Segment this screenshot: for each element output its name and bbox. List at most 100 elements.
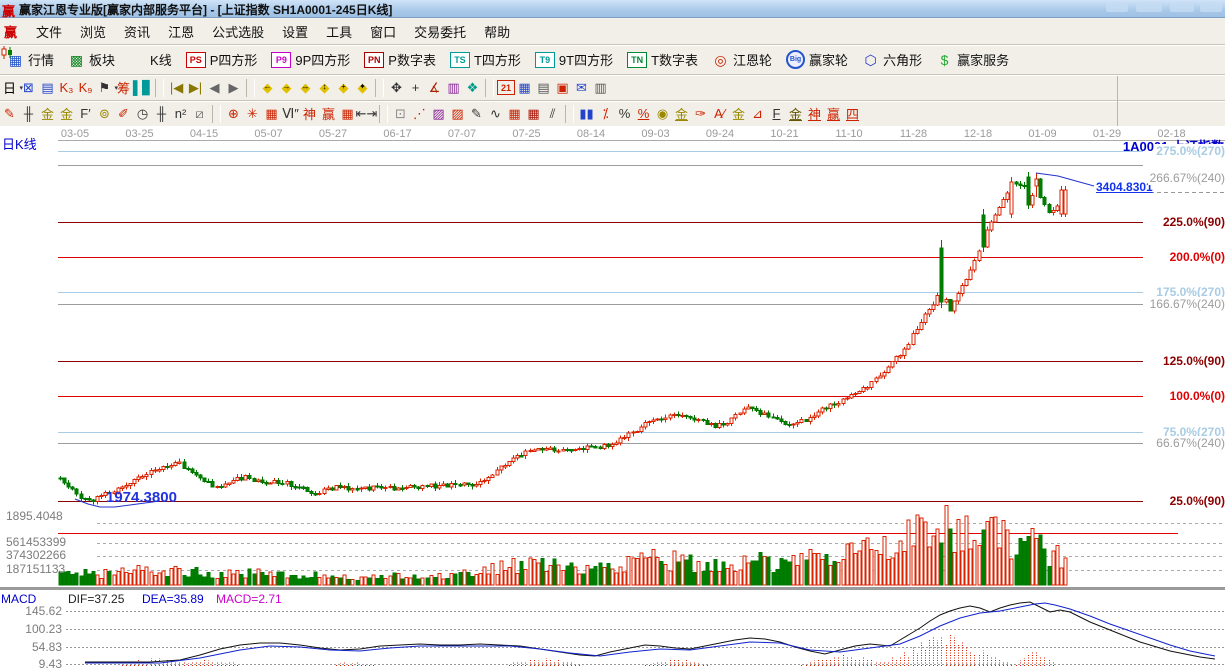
t-square-button[interactable]: TS T四方形	[443, 48, 528, 71]
trend-pen-icon[interactable]: ✎	[467, 104, 486, 124]
print-icon[interactable]: ▥	[591, 78, 610, 98]
grid-123-icon[interactable]: ▦	[338, 104, 357, 124]
red-grid-3-icon[interactable]: ▦	[524, 104, 543, 124]
gold-angle-icon[interactable]: 金	[786, 104, 805, 124]
a-slash-icon[interactable]: A∕	[710, 104, 729, 124]
kline-3-icon[interactable]: K₃	[57, 78, 76, 98]
angle-measure-icon[interactable]: ∡	[425, 78, 444, 98]
gann-diamond-v-icon[interactable]: ◆ ↕	[315, 78, 334, 98]
save-icon[interactable]: ▣	[553, 78, 572, 98]
angle-line-icon[interactable]: ⊿	[748, 104, 767, 124]
gann-wheel-button[interactable]: ◎ 江恩轮	[705, 48, 779, 71]
gold-circle-icon[interactable]: ◉	[653, 104, 672, 124]
calendar-icon[interactable]: 21	[497, 80, 515, 95]
gann-square-grid-icon[interactable]: ▦	[262, 104, 281, 124]
shen-tool-icon[interactable]: 神	[300, 104, 319, 124]
menu-item-news[interactable]: 资讯	[115, 20, 159, 43]
pencil-2-icon[interactable]: ✐	[114, 104, 133, 124]
time-cycle-icon[interactable]: ◷	[133, 104, 152, 124]
9t-square-button[interactable]: T9 9T四方形	[528, 48, 620, 71]
titlebar-blurred-control[interactable]	[1200, 3, 1222, 12]
f-angle-icon[interactable]: F	[767, 104, 786, 124]
mirror-fan-icon[interactable]: ⧄	[190, 104, 209, 124]
next-bar-icon[interactable]: ▶	[224, 78, 243, 98]
percent-slash-icon[interactable]: ⁒	[596, 104, 615, 124]
n-square-icon[interactable]: n²	[171, 104, 190, 124]
ying-tool-icon[interactable]: 赢	[319, 104, 338, 124]
menu-item-window[interactable]: 窗口	[361, 20, 405, 43]
width-measure-icon[interactable]: ⇤⇥	[356, 104, 378, 124]
brush-red-icon[interactable]: ✑	[691, 104, 710, 124]
quotes-button[interactable]: ▦ 行情	[0, 48, 61, 71]
titlebar-blurred-control[interactable]	[1106, 3, 1128, 12]
gann-star-icon[interactable]: ✳	[243, 104, 262, 124]
menu-item-gann[interactable]: 江恩	[159, 20, 203, 43]
menu-item-browse[interactable]: 浏览	[71, 20, 115, 43]
gold-square-2-icon[interactable]: 金	[57, 104, 76, 124]
percent-icon[interactable]: %	[615, 104, 634, 124]
gann-diamond-expand-icon[interactable]: ◆ ✦	[353, 78, 372, 98]
gann-circle-icon[interactable]: ⊕	[224, 104, 243, 124]
menu-item-help[interactable]: 帮助	[475, 20, 519, 43]
winner-wheel-button[interactable]: Big 赢家轮	[779, 48, 855, 71]
notebook-icon[interactable]: ▤	[534, 78, 553, 98]
blue-histogram-icon[interactable]: ▮▮	[577, 104, 596, 124]
flag-dropdown-icon[interactable]: ⚑ ▾	[95, 78, 118, 98]
gann-fence-icon[interactable]: ╫	[19, 104, 38, 124]
spiral-icon[interactable]: ⊚	[95, 104, 114, 124]
info-list-icon[interactable]: ▤	[38, 78, 57, 98]
menu-item-file[interactable]: 文件	[27, 20, 71, 43]
kline-9-icon[interactable]: K₉	[76, 78, 95, 98]
fence-2-icon[interactable]: ╫	[152, 104, 171, 124]
menu-item-trade-entrust[interactable]: 交易委托	[405, 20, 475, 43]
percent-line-icon[interactable]: %	[634, 104, 653, 124]
window-overlay-icon[interactable]: ⊠	[19, 78, 38, 98]
menu-item-settings[interactable]: 设置	[273, 20, 317, 43]
winner-service-button[interactable]: $ 赢家服务	[929, 48, 1016, 71]
kline-button[interactable]: K线	[1, 46, 179, 71]
parallel-lines-icon[interactable]: ⫽	[543, 104, 562, 124]
gold-line-icon[interactable]: 金	[672, 104, 691, 124]
shen-angle-icon[interactable]: 神	[805, 104, 824, 124]
drag-hand-icon[interactable]: ✥	[387, 78, 406, 98]
sectors-button[interactable]: ▩ 板块	[61, 48, 122, 71]
crosshair-icon[interactable]: +	[406, 78, 425, 98]
gann-tool-purple-icon[interactable]: ▥	[444, 78, 463, 98]
gann-diamond-h-icon[interactable]: ◆ ↔	[296, 78, 315, 98]
volume-profile-icon[interactable]: ▌▊	[133, 78, 152, 98]
menu-item-formula-stock-pick[interactable]: 公式选股	[203, 20, 273, 43]
gold-slash-icon[interactable]: 金	[729, 104, 748, 124]
pane-separator[interactable]	[0, 586, 1225, 590]
hexagon-button[interactable]: ⬡ 六角形	[855, 48, 929, 71]
f-line-icon[interactable]: F′	[76, 104, 95, 124]
prev-bar-icon[interactable]: ◀	[205, 78, 224, 98]
calculator-icon[interactable]: ▦	[515, 78, 534, 98]
send-mail-icon[interactable]: ✉	[572, 78, 591, 98]
gold-square-1-icon[interactable]: 金	[38, 104, 57, 124]
menu-item-tools[interactable]: 工具	[317, 20, 361, 43]
pencil-red-icon[interactable]: ✎	[0, 104, 19, 124]
gann-diamond-right-icon[interactable]: ◆ →	[277, 78, 296, 98]
wave-marks-icon[interactable]: Ⅵ″	[281, 104, 300, 124]
gann-diamond-left-icon[interactable]: ◆ ←	[258, 78, 277, 98]
gann-tool-teal-icon[interactable]: ❖	[463, 78, 482, 98]
9p-square-button[interactable]: P9 9P四方形	[264, 48, 357, 71]
titlebar-blurred-control[interactable]	[1136, 3, 1162, 12]
titlebar-blurred-control[interactable]	[1170, 3, 1194, 12]
first-page-icon[interactable]: |◀	[167, 78, 186, 98]
purple-grid-icon[interactable]: ▨	[429, 104, 448, 124]
ying-angle-icon[interactable]: 赢	[824, 104, 843, 124]
chip-distribution-icon[interactable]: 筹	[114, 78, 133, 98]
period-day-dropdown-icon[interactable]: 日 ▾	[0, 78, 23, 98]
red-grid-icon[interactable]: ▨	[448, 104, 467, 124]
gann-diamond-cross-icon[interactable]: ◆ +	[334, 78, 353, 98]
last-page-icon[interactable]: ▶|	[186, 78, 205, 98]
t-number-table-button[interactable]: TN T数字表	[620, 48, 705, 71]
box-tool-icon[interactable]: ⊡	[391, 104, 410, 124]
red-grid-2-icon[interactable]: ▦	[505, 104, 524, 124]
p-square-button[interactable]: PS P四方形	[179, 48, 265, 71]
p-number-table-button[interactable]: PN P数字表	[357, 48, 443, 71]
zigzag-icon[interactable]: ∿	[486, 104, 505, 124]
ray-fan-icon[interactable]: ⋰	[410, 104, 429, 124]
si-angle-icon[interactable]: 四	[843, 104, 862, 124]
